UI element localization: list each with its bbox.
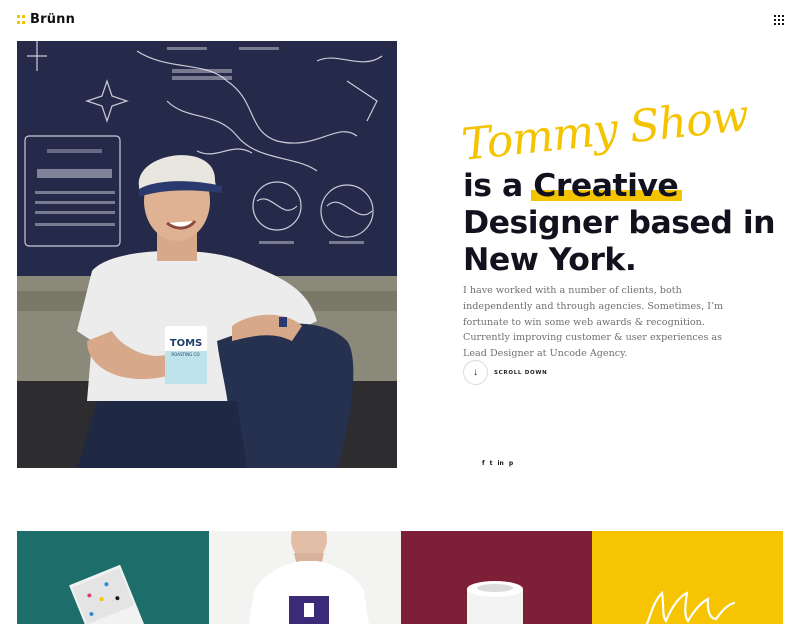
headline-highlight: Creative [531,168,683,204]
logo-mark-icon [17,15,26,24]
hero-intro: I have worked with a number of clients, … [463,285,724,360]
grid-menu-icon[interactable] [774,15,784,25]
model-tshirt-illustration [249,531,369,624]
brand-name: Brünn [30,12,76,27]
scroll-down-label: SCROLL DOWN [494,369,548,376]
social-links: f t in p [482,460,513,467]
brand-logo[interactable]: Brünn [17,12,75,27]
twitter-icon[interactable]: t [490,460,493,467]
scroll-down-button[interactable]: ↓ SCROLL DOWN [463,360,547,385]
script-lettering-illustration [645,590,736,624]
hero-photo: TOMS ROASTING CO. [17,41,397,468]
linkedin-icon[interactable]: in [498,460,504,467]
portfolio-tile-white[interactable] [209,531,401,624]
portfolio-tile-maroon[interactable] [401,531,592,624]
hero-headline: is a Creative Designer based in New York. [463,168,783,279]
signature-name: Tommy Show [459,90,751,171]
headline-part1: is a [463,168,534,204]
portfolio-tile-teal[interactable] [17,531,209,624]
portfolio-tile-yellow[interactable] [592,531,783,624]
box-illustration [69,564,147,624]
facebook-icon[interactable]: f [482,460,485,467]
coffee-cup-illustration [467,581,523,624]
mug-subtext: ROASTING CO. [171,352,200,357]
mug-brand: TOMS [170,338,202,349]
pinterest-icon[interactable]: p [509,460,513,467]
arrow-down-icon: ↓ [463,360,488,385]
headline-part2: Designer based in New York. [463,205,776,278]
